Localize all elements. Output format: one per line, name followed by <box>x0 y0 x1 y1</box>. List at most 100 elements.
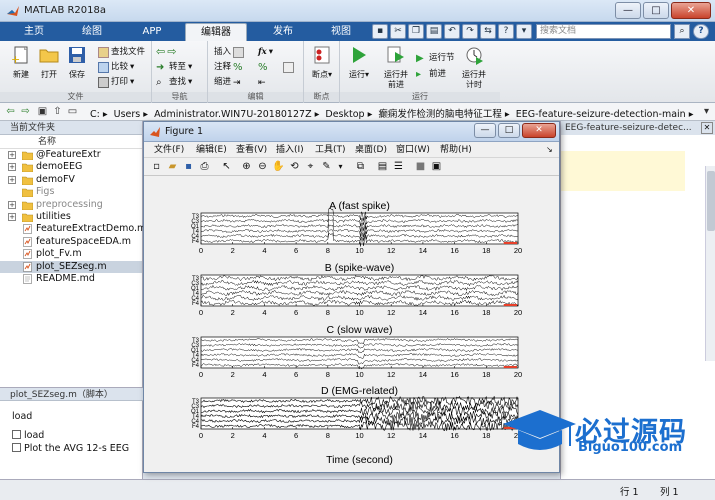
tab-home[interactable]: 主页 <box>10 23 58 41</box>
open-file-icon[interactable]: ▰ <box>166 160 179 173</box>
save-button[interactable]: 保存 <box>64 45 90 80</box>
up-folder-icon[interactable]: ⇧ <box>51 105 64 118</box>
menu-dock-icon[interactable]: ↘ <box>546 142 553 158</box>
brush-dropdown-icon[interactable]: ▾ <box>334 160 347 173</box>
link-plot-icon[interactable]: ⧉ <box>354 160 367 173</box>
colorbar-icon[interactable]: ▤ <box>376 160 389 173</box>
redo-quick-icon[interactable]: ↷ <box>462 24 478 39</box>
crumb-current[interactable]: EEG-feature-seizure-detection-main <box>516 109 686 120</box>
file-row[interactable]: Figs <box>0 186 142 198</box>
file-row[interactable]: plot_SEZseg.m <box>0 260 142 273</box>
print-figure-icon[interactable]: ⎙ <box>198 160 211 173</box>
tab-editor[interactable]: 编辑器 <box>185 23 247 41</box>
expand-icon[interactable]: + <box>8 151 16 159</box>
file-row[interactable]: + demoFV <box>0 174 142 186</box>
figure-close-button[interactable]: ✕ <box>522 123 556 138</box>
pointer-icon[interactable]: ↖ <box>220 160 233 173</box>
crumb-admin[interactable]: Administrator.WIN7U-20180127Z <box>154 109 312 120</box>
compare-button[interactable]: 比较 ▾ <box>98 61 134 73</box>
run-section-button[interactable]: ▶ 运行节 <box>416 52 455 64</box>
figure-maximize-button[interactable]: □ <box>498 123 520 138</box>
menu-help[interactable]: 帮助(H) <box>440 142 472 158</box>
expand-icon[interactable]: + <box>8 163 16 172</box>
crumb-desktop[interactable]: Desktop <box>325 109 364 120</box>
find-files-button[interactable]: 查找文件 <box>98 46 145 58</box>
name-column-header[interactable]: 名称 <box>0 135 142 149</box>
file-row[interactable]: featureSpaceEDA.m <box>0 236 142 248</box>
outdent-button[interactable]: ⇤ <box>258 76 269 88</box>
file-row[interactable]: + @FeatureExtr <box>0 149 142 161</box>
help-icon[interactable]: ? <box>693 24 709 39</box>
minimize-button[interactable]: — <box>615 2 641 19</box>
editor-scrollbar[interactable] <box>705 166 715 361</box>
fx-button[interactable]: fx ▾ <box>258 46 273 58</box>
save-quick-icon[interactable]: ▪ <box>372 24 388 39</box>
file-row[interactable]: + utilities <box>0 211 142 223</box>
crumb-project[interactable]: 癫痫发作检测的脑电特征工程 <box>378 109 502 120</box>
advance-button[interactable]: ▸ 前进 <box>416 68 446 80</box>
breadcrumb[interactable]: C: ▸ Users ▸ Administrator.WIN7U-20180127Z… <box>90 106 696 120</box>
search-icon[interactable]: ⌕ <box>674 24 690 39</box>
copy-quick-icon[interactable]: ❐ <box>408 24 424 39</box>
new-folder-icon[interactable]: ▣ <box>36 105 49 118</box>
zoom-out-icon[interactable]: ⊖ <box>256 160 269 173</box>
comment-button[interactable]: 注释% <box>214 61 244 73</box>
new-figure-icon[interactable]: ▫ <box>150 160 163 173</box>
figure-minimize-button[interactable]: — <box>474 123 496 138</box>
switch-windows-icon[interactable]: ⇆ <box>480 24 496 39</box>
file-row[interactable]: plot_Fv.m <box>0 248 142 260</box>
scroll-thumb[interactable] <box>707 171 715 231</box>
wrap-comment-button[interactable] <box>283 61 294 73</box>
hide-plot-tools-icon[interactable]: ■ <box>414 160 427 173</box>
help-quick-icon[interactable]: ? <box>498 24 514 39</box>
run-and-time-button[interactable]: 运行并 计时 <box>458 45 490 90</box>
menu-desktop[interactable]: 桌面(D) <box>355 142 387 158</box>
back-forward-buttons[interactable]: ⇦ ⇨ <box>156 46 176 58</box>
new-button[interactable]: + 新建 <box>8 45 34 80</box>
pan-hand-icon[interactable]: ✋ <box>272 160 285 173</box>
menu-insert[interactable]: 插入(I) <box>276 142 304 158</box>
search-docs-input[interactable]: 搜索文档 <box>536 24 671 39</box>
menu-edit[interactable]: 编辑(E) <box>196 142 227 158</box>
crumb-users[interactable]: Users <box>114 109 141 120</box>
undo-quick-icon[interactable]: ↶ <box>444 24 460 39</box>
rotate-3d-icon[interactable]: ⟲ <box>288 160 301 173</box>
tab-view[interactable]: 视图 <box>316 23 366 41</box>
browse-folder-icon[interactable]: ▭ <box>66 105 79 118</box>
open-button[interactable]: 打开 <box>36 45 62 80</box>
menu-tools[interactable]: 工具(T) <box>315 142 346 158</box>
close-button[interactable]: ✕ <box>671 2 711 19</box>
expand-icon[interactable]: + <box>8 200 16 209</box>
paste-quick-icon[interactable]: ▤ <box>426 24 442 39</box>
tab-apps[interactable]: APP <box>126 23 178 41</box>
save-figure-icon[interactable]: ▪ <box>182 160 195 173</box>
insert-button[interactable]: 插入 <box>214 46 245 58</box>
menu-view[interactable]: 查看(V) <box>236 142 267 158</box>
uncomment-button[interactable]: % <box>258 61 269 73</box>
goto-button[interactable]: ➜ 转至 ▾ <box>156 61 192 73</box>
file-row[interactable]: README.md <box>0 273 142 285</box>
indent-button[interactable]: 缩进 ⇥ <box>214 76 244 88</box>
dropdown-quick-icon[interactable]: ▾ <box>516 24 532 39</box>
menu-window[interactable]: 窗口(W) <box>396 142 430 158</box>
expand-icon[interactable]: + <box>8 212 16 221</box>
forward-icon[interactable]: ⇨ <box>19 105 32 118</box>
zoom-in-icon[interactable]: ⊕ <box>240 160 253 173</box>
show-plot-tools-icon[interactable]: ▣ <box>430 160 443 173</box>
run-button[interactable]: 运行▾ <box>346 45 372 80</box>
breakpoints-button[interactable]: 断点▾ <box>309 45 335 80</box>
file-row[interactable]: FeatureExtractDemo.m <box>0 223 146 235</box>
maximize-button[interactable]: □ <box>643 2 669 19</box>
details-item-plot[interactable]: Plot the AVG 12-s EEG <box>12 443 129 454</box>
address-dropdown-icon[interactable]: ▾ <box>700 105 713 118</box>
brush-icon[interactable]: ✎ <box>320 160 333 173</box>
find-button[interactable]: ⌕ 查找 ▾ <box>156 76 192 88</box>
print-button[interactable]: 打印 ▾ <box>98 76 134 88</box>
crumb-drive[interactable]: C: <box>90 109 100 120</box>
data-cursor-icon[interactable]: ⌖ <box>304 160 317 173</box>
legend-icon[interactable]: ☰ <box>392 160 405 173</box>
tab-plots[interactable]: 绘图 <box>64 23 120 41</box>
back-icon[interactable]: ⇦ <box>4 105 17 118</box>
cut-quick-icon[interactable]: ✂ <box>390 24 406 39</box>
menu-file[interactable]: 文件(F) <box>154 142 184 158</box>
